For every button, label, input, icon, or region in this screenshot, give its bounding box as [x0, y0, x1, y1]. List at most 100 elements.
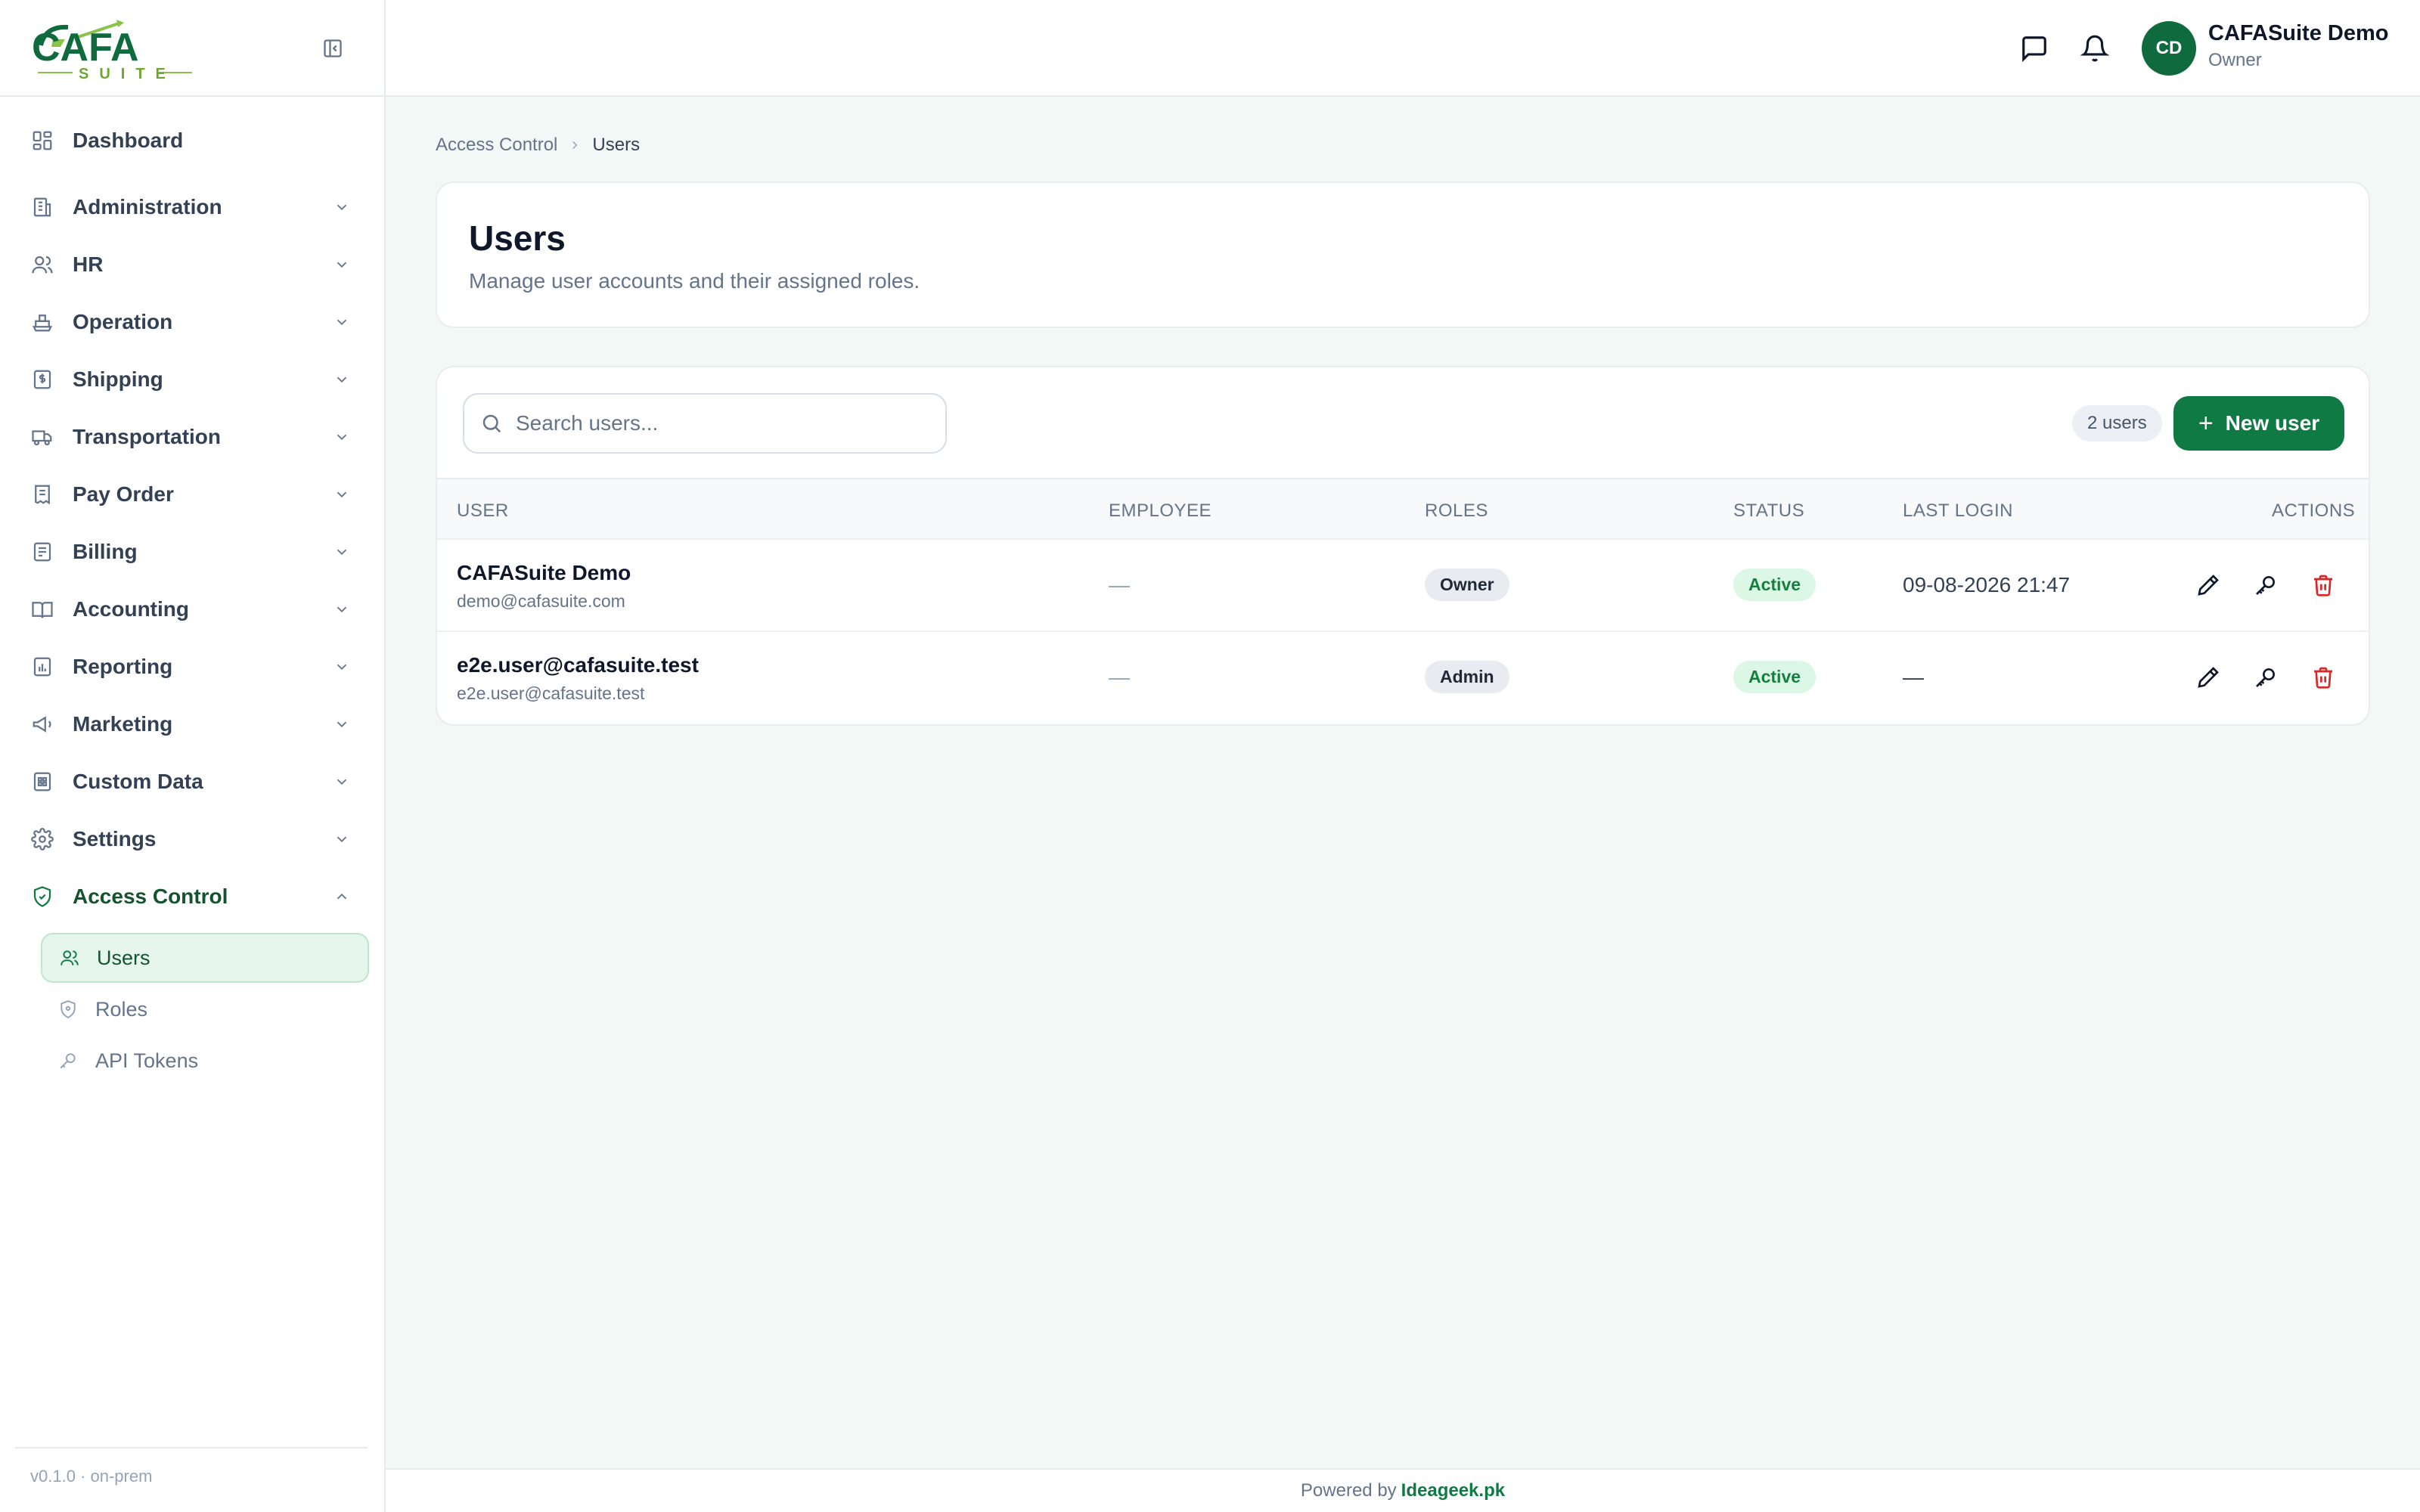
user-role: Owner [2208, 50, 2262, 70]
sidebar-item-marketing[interactable]: Marketing [30, 703, 355, 745]
user-count-badge: 2 users [2072, 405, 2162, 442]
delete-button[interactable] [2308, 662, 2338, 692]
billing-icon [30, 540, 54, 564]
employee-cell: — [1109, 573, 1130, 596]
breadcrumb: Access Control Users [436, 135, 640, 156]
sidebar-item-reporting[interactable]: Reporting [30, 646, 355, 688]
column-header-actions: ACTIONS [2272, 500, 2356, 521]
breadcrumb-parent[interactable]: Access Control [436, 135, 557, 156]
key-icon [2256, 668, 2275, 687]
roles-cell: Owner [1425, 569, 1509, 601]
sidebar-item-transportation[interactable]: Transportation [30, 416, 355, 458]
edit-button[interactable] [2193, 662, 2223, 692]
status-badge: Active [1733, 569, 1817, 601]
column-header-employee[interactable]: EMPLOYEE [1109, 500, 1212, 522]
status-badge: Active [1733, 661, 1817, 693]
reset-password-button[interactable] [2251, 662, 2281, 692]
sidebar-item-hr[interactable]: HR [30, 243, 355, 286]
avatar[interactable]: CD [2142, 21, 2196, 76]
sidebar-subitem-roles[interactable]: Roles [41, 984, 369, 1034]
dashboard-icon [30, 129, 54, 153]
role-badge: Owner [1425, 569, 1509, 601]
table-row[interactable]: e2e.user@cafasuite.test e2e.user@cafasui… [437, 632, 2369, 724]
bell-icon [2080, 35, 2109, 62]
sidebar-subitem-api-tokens[interactable]: API Tokens [41, 1036, 369, 1086]
sidebar-subitem-label: Roles [95, 997, 148, 1021]
footer-prefix: Powered by [1300, 1480, 1397, 1501]
chevron-down-icon [333, 370, 351, 389]
sidebar-item-access-control[interactable]: Access Control [30, 875, 355, 918]
pencil-icon [2198, 667, 2219, 688]
column-header-roles[interactable]: ROLES [1425, 500, 1488, 522]
breadcrumb-current: Users [592, 135, 641, 155]
sidebar-item-administration[interactable]: Administration [30, 186, 355, 228]
sidebar-header: CAFA SUITE [0, 0, 384, 97]
page-title: Users [469, 218, 566, 258]
table-row[interactable]: CAFASuite Demo demo@cafasuite.com — Owne… [437, 540, 2369, 632]
sidebar-item-label: Marketing [73, 712, 173, 736]
chevron-down-icon [333, 658, 351, 676]
report-icon [30, 655, 54, 679]
sidebar-item-dashboard[interactable]: Dashboard [30, 119, 355, 162]
sidebar-item-label: HR [73, 253, 104, 276]
sidebar-item-shipping[interactable]: Shipping [30, 358, 355, 401]
sidebar-item-label: Transportation [73, 425, 222, 448]
sidebar-item-accounting[interactable]: Accounting [30, 588, 355, 631]
building-icon [30, 195, 54, 219]
sidebar-collapse-button[interactable] [321, 36, 345, 60]
truck-icon [30, 425, 54, 449]
trash-icon [2314, 575, 2332, 596]
search-icon [478, 410, 505, 437]
reset-password-button[interactable] [2251, 570, 2281, 600]
new-user-button[interactable]: + New user [2173, 396, 2344, 451]
dollar-file-icon [30, 367, 54, 392]
sidebar-item-label: Billing [73, 540, 138, 563]
key-icon [56, 1049, 80, 1073]
message-icon [2022, 36, 2046, 63]
sidebar-item-label: Settings [73, 827, 157, 850]
chevron-down-icon [333, 313, 351, 331]
search-input[interactable] [516, 411, 939, 435]
footer: Powered by Ideageek.pk [386, 1468, 2420, 1512]
status-cell: Active [1733, 661, 1817, 693]
sidebar-item-label: Accounting [73, 597, 189, 621]
chevron-up-icon [333, 888, 351, 906]
column-header-last-login[interactable]: LAST LOGIN [1903, 500, 2013, 522]
sidebar-item-custom-data[interactable]: Custom Data [30, 761, 355, 803]
sidebar-item-billing[interactable]: Billing [30, 531, 355, 573]
svg-text:CAFA: CAFA [32, 26, 139, 70]
messages-button[interactable] [2019, 33, 2049, 64]
user-name[interactable]: CAFASuite Demo [2208, 21, 2388, 46]
sidebar-item-operation[interactable]: Operation [30, 301, 355, 343]
delete-button[interactable] [2308, 570, 2338, 600]
footer-link[interactable]: Ideageek.pk [1401, 1480, 1505, 1501]
sidebar-subitem-label: API Tokens [95, 1049, 199, 1072]
sidebar-item-label: Operation [73, 310, 173, 333]
user-name-text: e2e.user@cafasuite.test [457, 653, 699, 677]
key-icon [2256, 576, 2275, 595]
brand-logo[interactable]: CAFA SUITE [30, 17, 197, 82]
edit-button[interactable] [2193, 570, 2223, 600]
chevron-down-icon [333, 830, 351, 848]
last-login-cell: — [1903, 665, 1924, 689]
database-file-icon [30, 770, 54, 794]
shield-check-icon [30, 885, 54, 909]
sidebar-item-label: Dashboard [73, 129, 184, 152]
sidebar-item-pay-order[interactable]: Pay Order [30, 473, 355, 516]
plus-icon: + [2198, 408, 2214, 438]
sidebar-subitem-users[interactable]: Users [41, 933, 369, 983]
sidebar-item-label: Administration [73, 195, 222, 218]
sidebar-item-settings[interactable]: Settings [30, 818, 355, 860]
column-header-user[interactable]: USER [457, 500, 509, 522]
chevron-down-icon [333, 198, 351, 216]
user-name-text: CAFASuite Demo [457, 561, 631, 584]
column-header-status[interactable]: STATUS [1733, 500, 1804, 522]
search-box[interactable] [463, 393, 947, 454]
megaphone-icon [30, 712, 54, 736]
topbar: CD CAFASuite Demo Owner [386, 0, 2420, 97]
users-icon [57, 946, 82, 970]
notifications-button[interactable] [2080, 33, 2110, 64]
receipt-icon [30, 482, 54, 507]
page-header-card: Users Manage user accounts and their ass… [436, 181, 2370, 328]
book-icon [30, 597, 54, 621]
